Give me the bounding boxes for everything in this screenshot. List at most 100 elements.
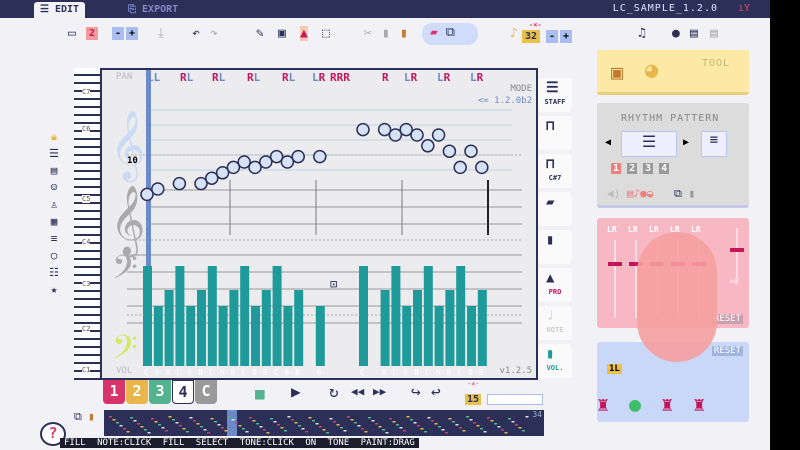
- channel-tab-4[interactable]: 4: [172, 380, 194, 404]
- redo-icon[interactable]: ↷: [210, 26, 218, 41]
- right-tool-note-mode-icon[interactable]: ♩ NOTE: [538, 306, 572, 340]
- volume-bar: [207, 266, 217, 366]
- rhythm-slot[interactable]: 2: [627, 163, 638, 174]
- rhythm-slot[interactable]: 4: [659, 163, 670, 174]
- overview-note: [179, 425, 182, 427]
- forward-button[interactable]: ▶▶: [373, 385, 386, 398]
- overview-note: [522, 430, 525, 432]
- rhythm-slot[interactable]: 3: [643, 163, 654, 174]
- undo-icon[interactable]: ↶: [192, 26, 200, 41]
- paste-page-icon[interactable]: ▮: [88, 410, 95, 423]
- download-icon[interactable]: ⤓: [158, 26, 164, 41]
- octave-label: C5: [82, 195, 91, 203]
- rewind-button[interactable]: ◀◀: [351, 385, 364, 398]
- overview-note: [406, 416, 410, 418]
- paste-pattern-icon[interactable]: ▮: [688, 187, 695, 200]
- next-pattern-icon[interactable]: ▶: [683, 137, 689, 148]
- right-tool-parallelogram-icon[interactable]: ▰: [538, 192, 572, 226]
- list-icon[interactable]: ☷: [44, 266, 64, 283]
- channel-tab-C[interactable]: C: [195, 380, 217, 404]
- copy-page-icon[interactable]: ⧉: [74, 410, 82, 424]
- volume-label: 8: [166, 368, 171, 377]
- overview-note: [350, 419, 354, 421]
- overview-note: [245, 431, 249, 433]
- stop-button[interactable]: ■: [255, 384, 265, 403]
- speed-minus-button[interactable]: -: [546, 30, 559, 43]
- pattern-list-button[interactable]: ≡: [701, 131, 727, 157]
- overview-note: [382, 429, 385, 431]
- channel-tab-1[interactable]: 1: [103, 380, 125, 404]
- eraser-icon[interactable]: ▣: [278, 26, 286, 41]
- person-icon[interactable]: ♙: [44, 198, 64, 215]
- paste-icon[interactable]: ▮: [400, 26, 408, 41]
- volume-bar: [477, 290, 487, 366]
- pencil-icon[interactable]: ✎: [256, 26, 264, 41]
- right-tool-chord-icon[interactable]: ⊓ C#7: [538, 154, 572, 188]
- circle-icon[interactable]: ○: [44, 249, 64, 266]
- score-view-icon[interactable]: ▤: [690, 26, 698, 41]
- overview-note: [494, 423, 497, 425]
- smile-icon[interactable]: ☺: [44, 181, 64, 198]
- overview-note: [466, 416, 469, 418]
- book-icon[interactable]: ▣: [611, 60, 623, 84]
- page-minus-button[interactable]: -: [112, 27, 125, 40]
- overview-note: [298, 425, 301, 427]
- song-overview[interactable]: 34: [104, 410, 544, 436]
- score-view2-icon[interactable]: ▤: [710, 26, 718, 41]
- page-plus-button[interactable]: +: [126, 27, 139, 40]
- score-editor[interactable]: 𝄞 𝄞 𝄢 𝄢 LL RL RL RL RL LR RRR R LR LR LR C 6 8 C 6 8 C 6 8 C 6 8 C 6…: [100, 68, 538, 380]
- grid-icon[interactable]: ▦: [44, 215, 64, 232]
- tab-export[interactable]: ⎘ EXPORT: [122, 2, 184, 18]
- vol-label: VOL: [116, 366, 133, 376]
- paint-mode-toggle[interactable]: ▰ ⧉: [422, 23, 478, 45]
- copy-icon[interactable]: ▮: [382, 26, 390, 41]
- channel-tab-2[interactable]: 2: [126, 380, 148, 404]
- select-icon[interactable]: ⬚: [322, 26, 330, 41]
- cut-icon[interactable]: ✂: [364, 26, 372, 41]
- right-tool-volume-mode-icon[interactable]: ▮ VOL.: [538, 344, 572, 378]
- tempo-slider[interactable]: [487, 394, 543, 405]
- pattern-display[interactable]: ☰: [621, 131, 677, 157]
- right-tool-staff-icon[interactable]: ☰ STAFF: [538, 78, 572, 112]
- right-tool-color-bars-icon[interactable]: ▮: [538, 230, 572, 264]
- channel-tab-3[interactable]: 3: [149, 380, 171, 404]
- palette-icon[interactable]: ◕: [645, 58, 658, 83]
- overview-note: [126, 431, 130, 433]
- hamburger-icon[interactable]: ≡: [44, 232, 64, 249]
- overview-note: [501, 429, 504, 431]
- overview-note: [252, 420, 256, 422]
- tool-panel[interactable]: ▣ ◕ TOOL: [597, 50, 749, 95]
- star-list-icon[interactable]: ★: [44, 283, 64, 300]
- overview-note: [312, 420, 315, 422]
- instrument-icon[interactable]: ▤♪●◒: [627, 187, 654, 200]
- overview-note: [200, 426, 203, 428]
- overview-note: [329, 418, 333, 420]
- speaker-icon[interactable]: ◀): [607, 187, 620, 200]
- piano-keyboard[interactable]: [74, 68, 100, 380]
- rhythm-slot[interactable]: 1: [611, 163, 622, 174]
- score-canvas[interactable]: 𝄞𝄞𝄢𝄢LL RL RL RL RL LR RRR R LR LR LRC 6 8 C 6 8 C 6 8 C 6 8 C 6…: [102, 70, 536, 378]
- tab-edit[interactable]: ☰ EDIT: [34, 2, 86, 18]
- lock-icon[interactable]: 🔒︎: [44, 130, 64, 147]
- prev-pattern-icon[interactable]: ◀: [605, 137, 611, 148]
- reset-button[interactable]: RESET: [711, 346, 743, 356]
- lines-icon[interactable]: ☰: [44, 147, 64, 164]
- repeat-end-button[interactable]: ↩: [431, 382, 441, 401]
- mode-label: MODE: [510, 84, 532, 94]
- speed-plus-button[interactable]: +: [560, 30, 573, 43]
- play-button[interactable]: ▶: [291, 382, 301, 401]
- overview-canvas[interactable]: [104, 410, 544, 436]
- bars-icon[interactable]: ▤: [44, 164, 64, 181]
- stamp-icon[interactable]: ▲: [300, 26, 308, 41]
- repeat-start-button[interactable]: ↪: [411, 382, 421, 401]
- copy-pattern-icon[interactable]: ⧉: [674, 187, 682, 200]
- volume-bar: [456, 266, 466, 366]
- loop-button[interactable]: ↻: [329, 382, 339, 401]
- right-tool-pro-icon[interactable]: ▲ PRO: [538, 268, 572, 302]
- folder-icon[interactable]: ▭: [68, 26, 76, 41]
- music-list-icon[interactable]: ♫: [638, 26, 646, 41]
- bomb-icon[interactable]: ●: [672, 26, 680, 41]
- right-tool-add-wave-icon[interactable]: ⊓: [538, 116, 572, 150]
- overview-note: [301, 428, 305, 430]
- overview-note: [175, 422, 179, 424]
